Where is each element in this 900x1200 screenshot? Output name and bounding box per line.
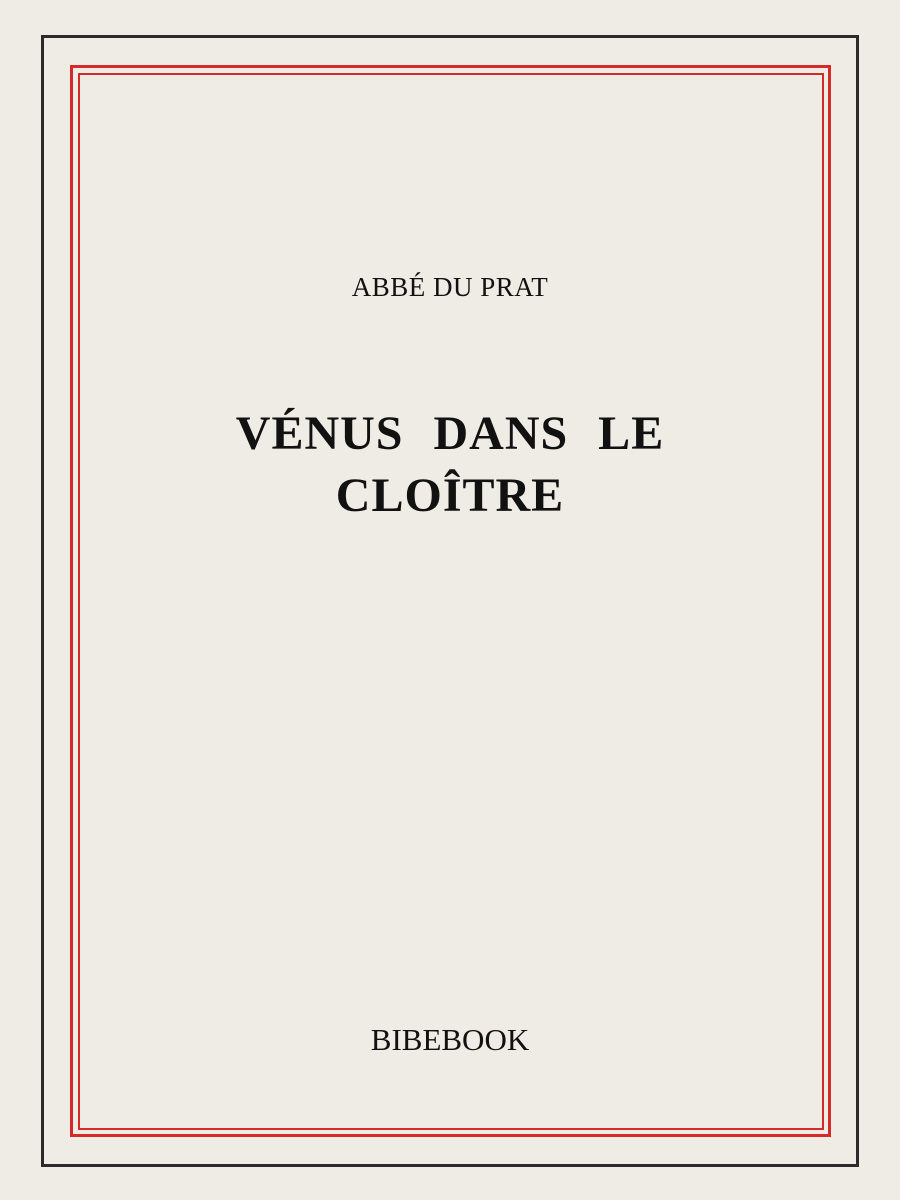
title-word: VÉNUS (235, 407, 404, 460)
title-line-1: VÉNUS DANS LE (0, 403, 900, 465)
publisher-name: BIBEBOOK (370, 1022, 530, 1057)
book-title: VÉNUS DANS LE CLOÎTRE (0, 403, 900, 527)
title-word: DANS (433, 407, 569, 460)
cover-red-frame-inner (78, 73, 824, 1130)
title-word: LE (598, 407, 665, 460)
title-line-2: CLOÎTRE (335, 469, 565, 522)
author-name: ABBÉ DU PRAT (351, 272, 549, 302)
